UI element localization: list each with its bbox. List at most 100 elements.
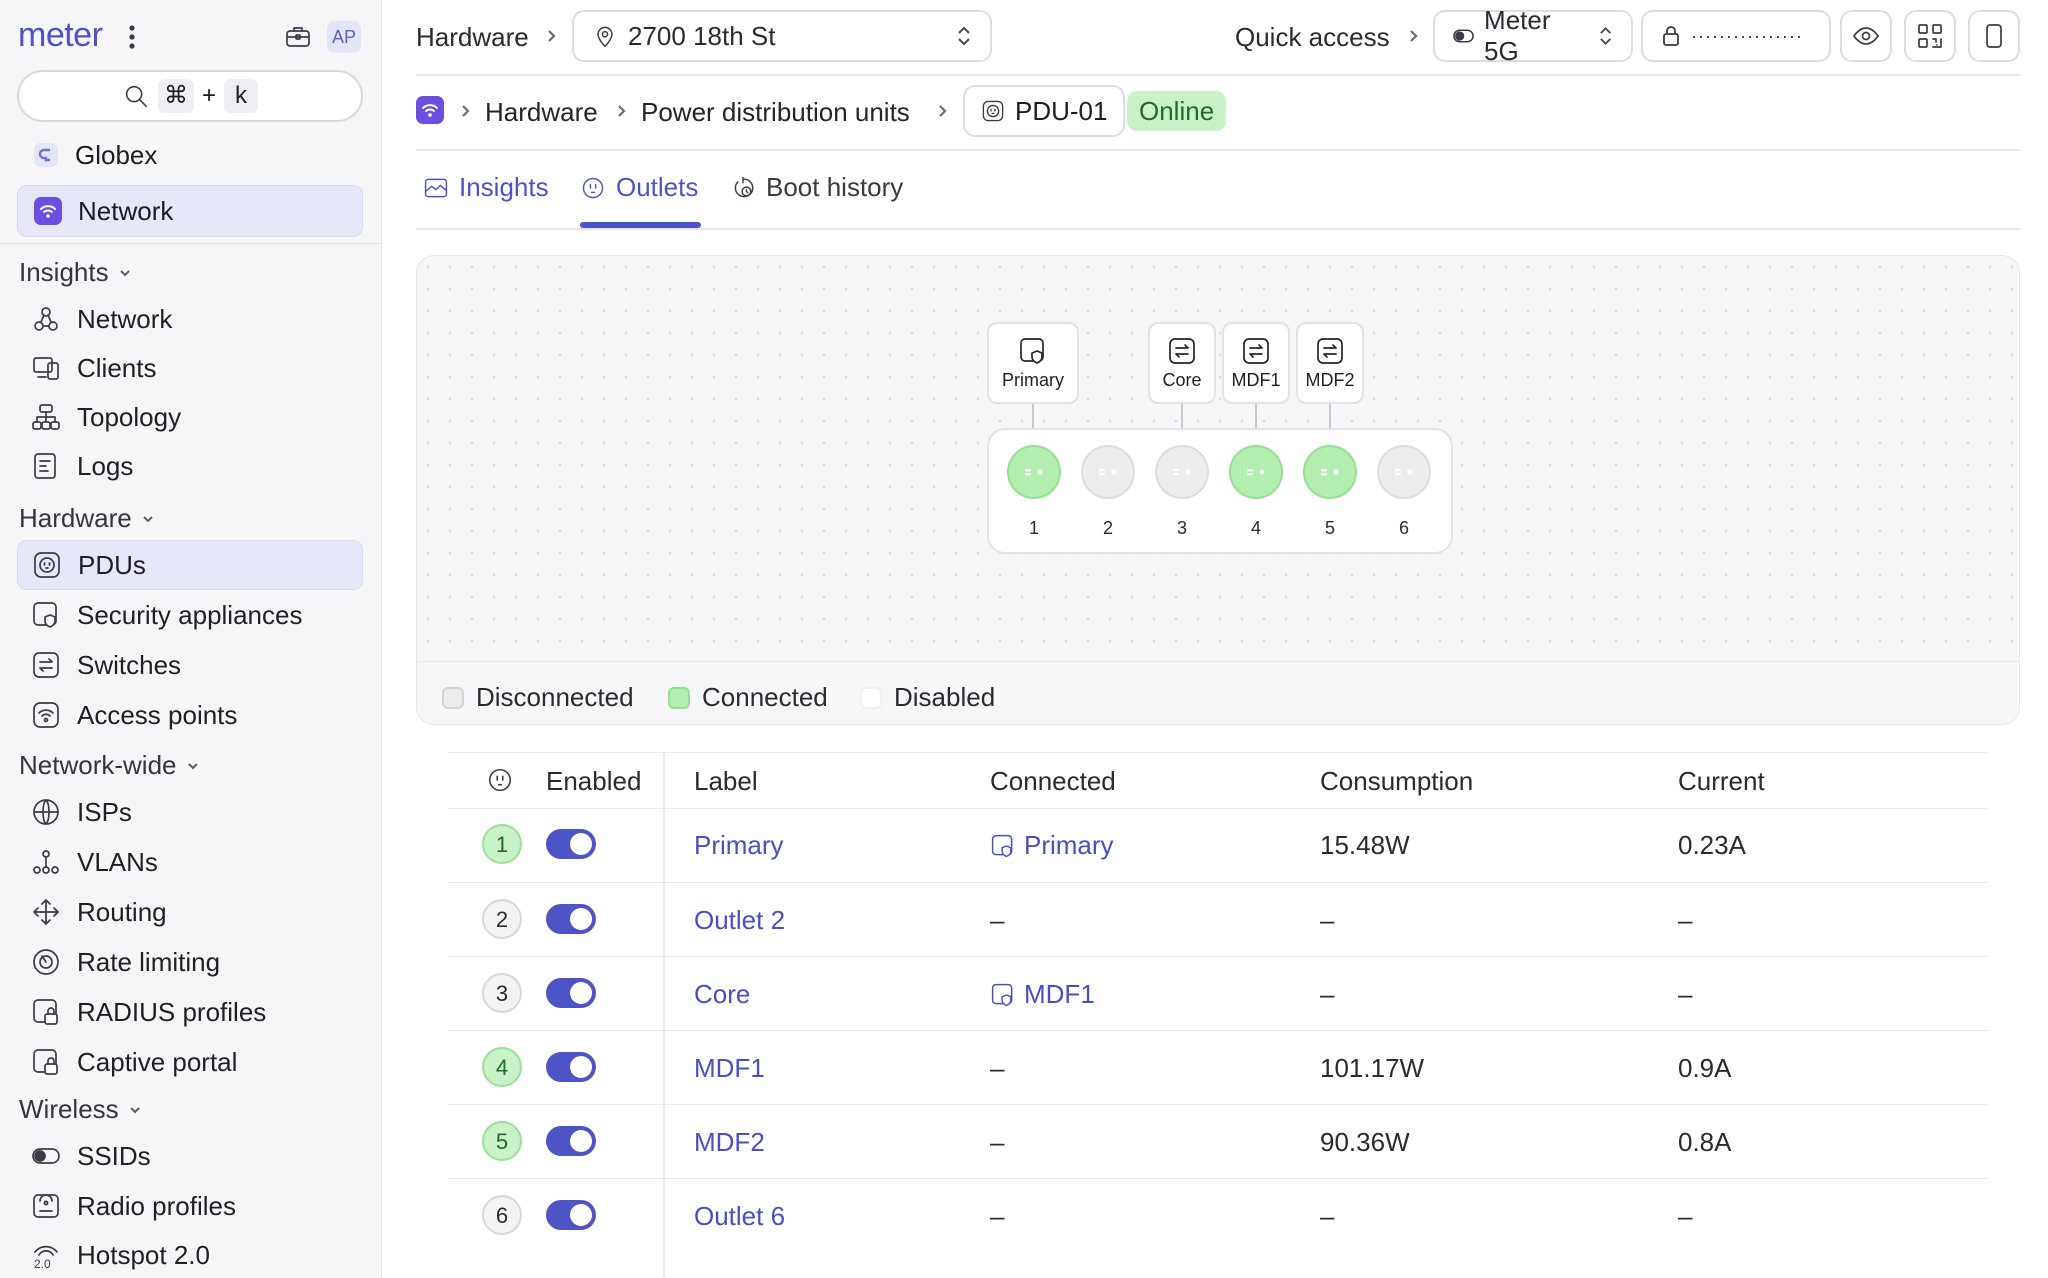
header-enabled[interactable]: Enabled [546,766,641,797]
network-selector[interactable]: Network [17,185,363,237]
sidebar-item-label: Switches [77,649,182,680]
briefcase-icon[interactable] [283,22,313,52]
pdu-icon [982,100,1004,122]
section-insights[interactable]: Insights [19,257,133,288]
row-divider [448,1178,1988,1179]
qr-code-button[interactable] [1904,10,1956,62]
sidebar-item-access-points[interactable]: Access points [17,690,363,740]
captive-portal-icon [33,1049,58,1075]
enabled-toggle[interactable] [546,1052,596,1082]
header-section[interactable]: Hardware [416,22,529,53]
switch-icon [1317,337,1343,364]
device-card-mdf2[interactable]: MDF2 [1296,322,1364,404]
outlet-label-link[interactable]: Outlet 2 [694,905,785,936]
enabled-toggle[interactable] [546,978,596,1008]
network-label: Network [78,195,174,226]
enabled-toggle[interactable] [546,829,596,859]
network-brand-icon[interactable] [416,96,444,124]
sidebar-item-vlans[interactable]: VLANs [17,837,363,887]
sidebar-item-pdus[interactable]: PDUs [17,540,363,590]
outlet-label-link[interactable]: Core [694,979,750,1010]
command-search-button[interactable]: ⌘ + k [17,70,363,122]
outlet-1[interactable] [1007,445,1061,499]
quick-access-label[interactable]: Quick access [1235,22,1390,53]
table-header-border [448,808,1988,809]
outlet-label-link[interactable]: Primary [694,830,784,861]
sidebar-item-captive-portal[interactable]: Captive portal [17,1037,363,1087]
section-wireless[interactable]: Wireless [19,1094,143,1125]
org-globex[interactable]: Globex [17,129,363,181]
enabled-toggle[interactable] [546,1200,596,1230]
sidebar-item-radius-profiles[interactable]: RADIUS profiles [17,987,363,1037]
ssid-selector[interactable]: Meter 5G [1433,5,1633,66]
mobile-device-icon [1986,24,2002,48]
consumption-value: 15.48W [1320,830,1410,860]
header-connected[interactable]: Connected [990,766,1116,797]
pdu-outlet-strip: 1 2 3 4 5 6 [987,428,1453,554]
outlet-label-link[interactable]: MDF1 [694,1053,765,1084]
password-mask: ················ [1691,25,1803,46]
tab-label: Outlets [616,172,699,202]
header-current[interactable]: Current [1678,766,1765,797]
breadcrumb-hardware[interactable]: Hardware [485,97,598,128]
tab-outlets[interactable]: Outlets [580,172,698,203]
device-card-label: Core [1162,369,1202,390]
breadcrumb-pdus[interactable]: Power distribution units [641,97,910,128]
connection-line [1181,404,1183,428]
enabled-toggle[interactable] [546,1126,596,1156]
device-view-button[interactable] [1968,10,2020,62]
chevron-right-icon [1410,30,1418,42]
more-options-icon[interactable] [122,22,142,52]
connected-device-link[interactable]: MDF1 [990,979,1095,1010]
header-label[interactable]: Label [694,766,758,797]
device-card-mdf1[interactable]: MDF1 [1222,322,1290,404]
section-network-wide[interactable]: Network-wide [19,750,201,781]
legend-disabled: Disabled [860,682,995,713]
outlet-4[interactable] [1229,445,1283,499]
outlet-6[interactable] [1377,445,1431,499]
sidebar-item-label: Clients [77,352,157,383]
cmd-key: ⌘ [157,79,194,113]
outlet-label-link[interactable]: Outlet 6 [694,1201,785,1232]
outlet-label-link[interactable]: MDF2 [694,1127,765,1158]
tab-insights[interactable]: Insights [423,172,549,203]
sidebar-item-routing[interactable]: Routing [17,887,363,937]
table-top-border [448,752,1988,753]
sidebar-item-hotspot[interactable]: 2.0 Hotspot 2.0 [17,1230,363,1278]
avatar[interactable]: AP [327,21,361,53]
connected-device-link[interactable]: Primary [990,830,1114,861]
chevron-down-icon [143,515,153,522]
section-hardware[interactable]: Hardware [19,503,156,534]
show-password-button[interactable] [1840,10,1892,62]
tabs-divider [416,228,2020,230]
outlet-3[interactable] [1155,445,1209,499]
header-consumption[interactable]: Consumption [1320,766,1473,797]
security-appliance-icon [1020,337,1044,364]
enabled-toggle[interactable] [546,904,596,934]
sidebar-item-clients[interactable]: Clients [17,343,363,393]
connected-device-name: Primary [1024,830,1114,860]
sidebar-item-security-appliances[interactable]: Security appliances [17,590,363,640]
sidebar-item-rate-limiting[interactable]: Rate limiting [17,937,363,987]
security-appliance-icon [991,834,1013,857]
sidebar-item-isps[interactable]: ISPs [17,787,363,837]
sidebar-item-topology[interactable]: Topology [17,392,363,442]
location-selector[interactable]: 2700 18th St [572,10,992,62]
sidebar-item-network[interactable]: Network [17,294,363,344]
tab-boot-history[interactable]: Boot history [730,172,903,203]
meter-logo[interactable]: meter [18,16,103,55]
outlet-2[interactable] [1081,445,1135,499]
row-divider [448,882,1988,883]
sidebar-item-switches[interactable]: Switches [17,640,363,690]
device-card-core[interactable]: Core [1148,322,1216,404]
sidebar-item-radio-profiles[interactable]: Radio profiles [17,1181,363,1231]
sidebar-item-logs[interactable]: Logs [17,441,363,491]
device-selector[interactable]: PDU-01 [963,85,1126,137]
pdu-icon [34,552,60,578]
section-title: Insights [19,257,109,287]
password-field[interactable]: ················ [1641,10,1831,62]
device-card-primary[interactable]: Primary [987,322,1079,404]
sidebar-item-ssids[interactable]: SSIDs [17,1131,363,1181]
svg-text:2.0: 2.0 [34,1257,51,1270]
outlet-5[interactable] [1303,445,1357,499]
